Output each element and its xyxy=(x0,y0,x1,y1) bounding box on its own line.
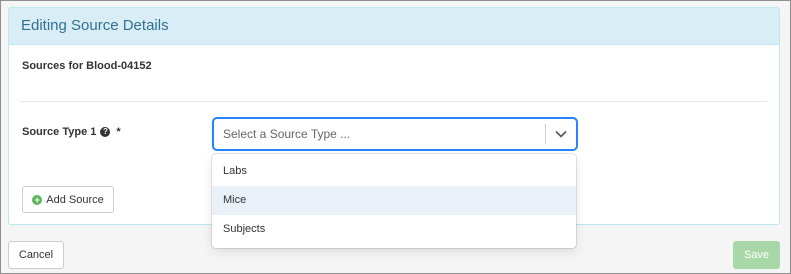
plus-circle-icon: + xyxy=(32,194,43,205)
source-type-select[interactable]: Select a Source Type ... xyxy=(213,118,577,150)
cancel-button[interactable]: Cancel xyxy=(8,241,64,269)
chevron-down-icon[interactable] xyxy=(546,119,576,149)
save-button[interactable]: Save xyxy=(733,241,780,269)
source-type-label: Source Type 1 ? * xyxy=(22,126,121,138)
source-type-dropdown-menu: Labs Mice Subjects xyxy=(212,154,576,248)
panel-title: Editing Source Details xyxy=(9,8,779,45)
divider xyxy=(21,101,767,102)
add-source-button[interactable]: + Add Source xyxy=(22,186,114,213)
modal-frame: Editing Source Details Sources for Blood… xyxy=(0,0,791,274)
dropdown-option-labs[interactable]: Labs xyxy=(212,157,576,186)
add-source-label: Add Source xyxy=(46,193,104,206)
panel-subtitle: Sources for Blood-04152 xyxy=(22,60,152,72)
source-type-select-placeholder: Select a Source Type ... xyxy=(223,127,351,141)
dropdown-option-mice[interactable]: Mice xyxy=(212,186,576,215)
source-type-label-text: Source Type 1 xyxy=(22,126,97,138)
dropdown-option-subjects[interactable]: Subjects xyxy=(212,215,576,244)
required-mark: * xyxy=(116,126,121,138)
question-circle-icon[interactable]: ? xyxy=(100,127,111,137)
